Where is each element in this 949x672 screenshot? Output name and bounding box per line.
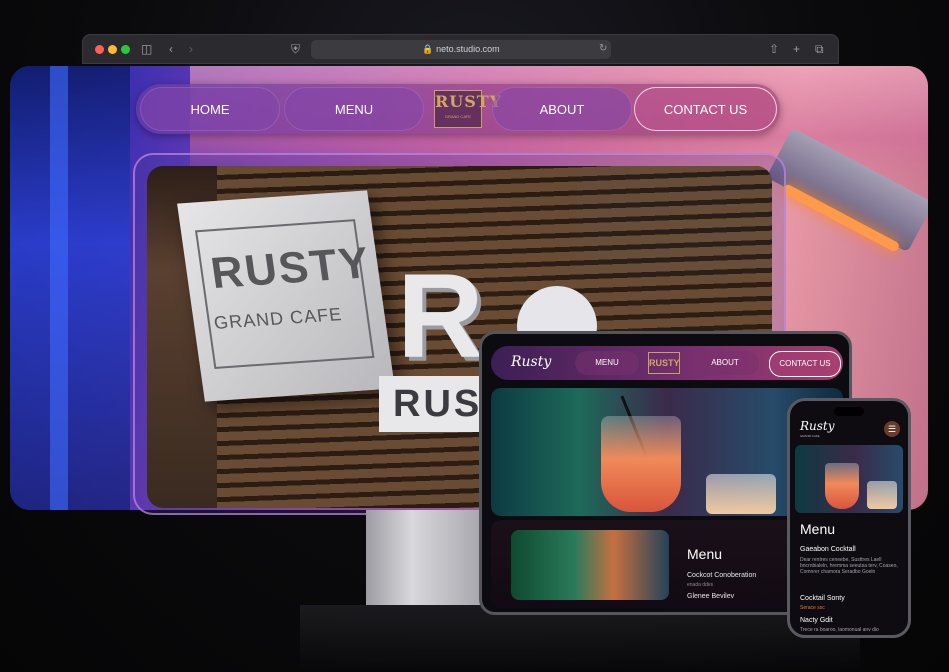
shield-icon[interactable]: ⛨ [291,41,300,57]
nav-contact-button[interactable]: CONTACT US [634,87,777,131]
tablet-menu-item-sub: enada ddes [687,582,714,588]
cocktail-glass [825,463,859,509]
nav-logo-word: RUSTY [435,92,503,111]
phone-cocktail-image [795,445,903,513]
browser-toolbar: ◫ ‹ › ⛨ 🔒 neto.studio.com ↻ ⇧ + ⧉ [82,34,839,64]
heater-glow [781,183,901,253]
phone-menu-item[interactable]: Nacty Gdit [800,617,833,624]
tablet-menu-title: Menu [687,546,723,562]
nav-about-button[interactable]: ABOUT [492,87,632,131]
device-mockup-scene: ◫ ‹ › ⛨ 🔒 neto.studio.com ↻ ⇧ + ⧉ HOME M… [0,0,949,672]
nav-home-button[interactable]: HOME [140,87,280,131]
phone-device: Rusty GRAND CAFE ☰ Menu Gaeabon Cocktall… [787,398,911,638]
cocktail-glass-2 [706,474,776,514]
nav-logo[interactable]: RUSTY GRAND CAFE [434,90,503,128]
phone-logo-sub: GRAND CAFE [800,434,820,438]
cocktail-glass-2 [867,481,897,509]
lock-icon: 🔒 [422,44,434,54]
phone-menu-item-desc: Dear rentres ceneebe, Susttres Laell bnc… [800,557,898,575]
new-tab-icon[interactable]: + [793,41,800,57]
tabs-overview-icon[interactable]: ⧉ [815,41,824,57]
address-text: neto.studio.com [436,44,500,54]
minimize-window-button[interactable] [108,45,117,54]
back-arrow-icon[interactable]: ‹ [169,41,173,57]
tablet-menu-item[interactable]: Glenee Bevilev [687,593,734,600]
phone-notch [834,407,864,416]
tablet-nav-logo[interactable]: RUSTY [648,352,680,374]
phone-menu-item-desc: Trece ra boaroo, laomonual anv dio [800,627,879,633]
main-navigation: HOME MENU RUSTY GRAND CAFE ABOUT CONTACT… [136,84,780,134]
blue-wall [10,66,130,510]
address-bar[interactable]: 🔒 neto.studio.com [311,40,611,59]
phone-logo[interactable]: Rusty [800,419,835,433]
tablet-nav-about[interactable]: ABOUT [691,351,759,375]
tablet-logo[interactable]: Rusty [511,354,551,370]
hamburger-menu-icon[interactable]: ☰ [884,421,900,437]
tablet-navigation: Rusty MENU RUSTY ABOUT CONTACT US [491,346,843,380]
tablet-menu-thumbnail [511,530,669,600]
phone-menu-item[interactable]: Gaeabon Cocktall [800,546,856,553]
share-icon[interactable]: ⇧ [769,41,779,57]
rus-plate: RUS [379,376,479,432]
forward-arrow-icon[interactable]: › [189,41,193,57]
monitor-stand [366,510,480,605]
sidebar-icon[interactable]: ◫ [141,41,152,57]
tablet-menu-item[interactable]: Cockcot Conoberation [687,572,756,579]
neon-strip [50,66,68,510]
reload-icon[interactable]: ↻ [599,41,607,57]
rusty-sign: RUSTY GRAND CAFE [177,190,395,402]
big-letter: R [397,249,484,383]
cocktail-glass [601,416,681,512]
phone-menu-item-sub: Serace ssc [800,605,825,611]
floor-reflection [300,605,860,672]
tablet-nav-contact[interactable]: CONTACT US [769,351,841,377]
close-window-button[interactable] [95,45,104,54]
phone-menu-item[interactable]: Cocktail Sonty [800,595,845,602]
maximize-window-button[interactable] [121,45,130,54]
nav-logo-sub: GRAND CAFE [444,114,472,119]
phone-menu-title: Menu [800,521,836,537]
nav-menu-button[interactable]: MENU [284,87,424,131]
tablet-nav-menu[interactable]: MENU [575,351,639,375]
